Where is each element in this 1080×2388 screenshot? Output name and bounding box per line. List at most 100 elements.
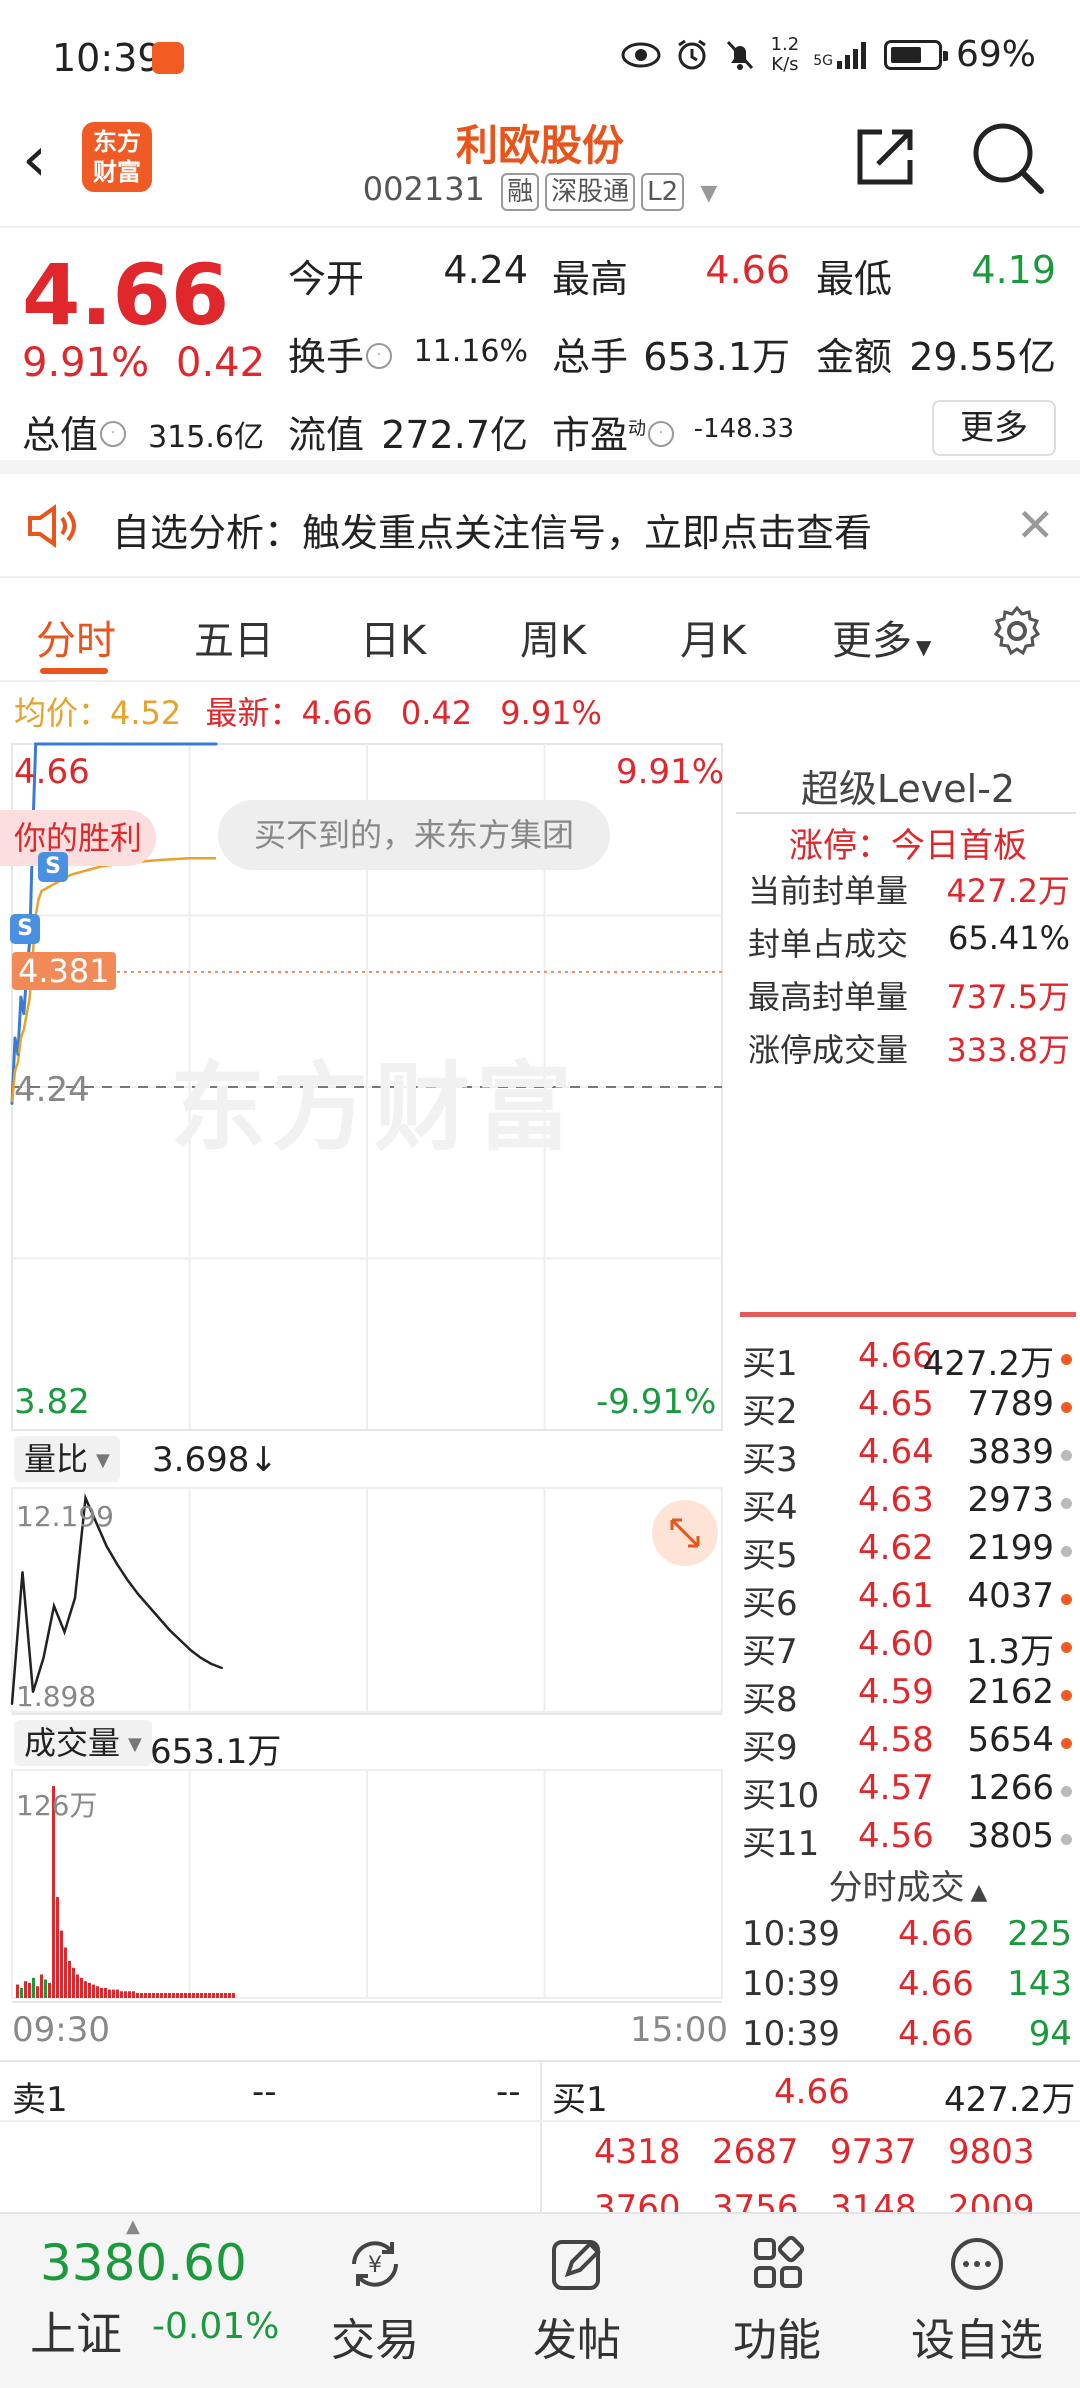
price-point bbox=[19, 995, 23, 999]
bid-dot bbox=[1061, 1450, 1072, 1461]
volume-bar bbox=[128, 1991, 131, 1998]
info-icon[interactable]: · bbox=[100, 420, 127, 447]
turnover-value: 11.16% bbox=[413, 334, 528, 369]
bid-row[interactable]: 买8 4.59 2162 bbox=[742, 1672, 1072, 1720]
tab-weekly-k[interactable]: 周K bbox=[520, 608, 586, 666]
bid-row[interactable]: 买9 4.58 5654 bbox=[742, 1720, 1072, 1768]
index-value[interactable]: 3380.60 bbox=[40, 2234, 247, 2292]
bid-dot bbox=[1061, 1498, 1072, 1509]
volume-bar bbox=[164, 1992, 167, 1998]
indicator-select-ratio[interactable]: 量比 ▼ bbox=[14, 1436, 120, 1482]
volume-bar bbox=[220, 1992, 223, 1998]
volume-bar bbox=[116, 1989, 119, 1998]
bid-row[interactable]: 买10 4.57 1266 bbox=[742, 1768, 1072, 1816]
volume-bar bbox=[212, 1992, 215, 1998]
victory-badge[interactable]: 你的胜利 bbox=[0, 810, 157, 866]
ratio-point bbox=[158, 1616, 160, 1619]
change-percent: 9.91% bbox=[22, 340, 150, 386]
nav-add-watchlist[interactable]: 设自选 bbox=[902, 2234, 1052, 2368]
volume-bar bbox=[156, 1992, 159, 1998]
ad-badge[interactable]: 买不到的，来东方集团 bbox=[218, 800, 611, 870]
tick-price: 4.66 bbox=[898, 1964, 974, 2004]
volume-bar bbox=[60, 1930, 63, 1998]
sell-signal-marker[interactable]: S bbox=[10, 914, 40, 944]
info-icon[interactable]: · bbox=[366, 342, 393, 369]
crosshair-price-tag: 4.381 bbox=[12, 952, 116, 990]
more-button[interactable]: 更多 bbox=[932, 400, 1056, 456]
tick-trades-title[interactable]: 分时成交 ▲ bbox=[740, 1860, 1076, 1909]
amount-label: 金额 bbox=[816, 335, 893, 379]
index-name[interactable]: 上证 bbox=[30, 2298, 122, 2364]
time-start-label: 09:30 bbox=[12, 2010, 110, 2050]
notification-app-icon bbox=[152, 42, 184, 74]
expand-icon[interactable] bbox=[652, 1500, 718, 1566]
tab-more[interactable]: 更多 ▼ bbox=[832, 608, 931, 666]
bid-row[interactable]: 买5 4.62 2199 bbox=[742, 1528, 1072, 1576]
share-icon[interactable] bbox=[852, 124, 918, 190]
volume-bar bbox=[112, 1989, 115, 1998]
queue-order: 2687 bbox=[712, 2132, 799, 2172]
close-icon[interactable]: ✕ bbox=[1016, 498, 1055, 552]
price-point bbox=[188, 742, 191, 746]
bid-level: 买4 bbox=[742, 1488, 798, 1528]
gear-icon[interactable] bbox=[990, 604, 1044, 658]
volume-bar bbox=[160, 1992, 163, 1998]
sell1-label: 卖1 bbox=[12, 2080, 68, 2120]
bid-row[interactable]: 买3 4.64 3839 bbox=[742, 1432, 1072, 1480]
bid-row[interactable]: 买7 4.60 1.3万 bbox=[742, 1624, 1072, 1672]
alert-banner[interactable]: 自选分析：触发重点关注信号，立即点击查看 ✕ bbox=[0, 474, 1080, 578]
volume-bar bbox=[152, 1992, 155, 1998]
bid-row[interactable]: 买11 4.56 3805 bbox=[742, 1816, 1072, 1864]
tab-intraday[interactable]: 分时 bbox=[36, 608, 116, 666]
bid-row[interactable]: 买1 4.66 427.2万 bbox=[742, 1336, 1072, 1384]
avg-label: 均价： bbox=[14, 694, 111, 732]
buy1-label: 买1 bbox=[552, 2080, 608, 2120]
nav-functions[interactable]: 功能 bbox=[702, 2234, 852, 2368]
bid-qty: 2973 bbox=[967, 1480, 1054, 1520]
volume-bar bbox=[80, 1977, 83, 1998]
tab-monthly-k[interactable]: 月K bbox=[680, 608, 746, 666]
sell-signal-marker[interactable]: S bbox=[38, 852, 68, 882]
bid-qty: 4037 bbox=[967, 1576, 1054, 1616]
nav-post[interactable]: 发帖 bbox=[502, 2234, 652, 2368]
bid-row[interactable]: 买6 4.61 4037 bbox=[742, 1576, 1072, 1624]
sell1-price: -- bbox=[252, 2072, 277, 2112]
bid-price: 4.56 bbox=[858, 1816, 934, 1856]
info-icon[interactable]: · bbox=[648, 420, 675, 447]
bid-price: 4.65 bbox=[858, 1384, 934, 1424]
bid-level: 买1 bbox=[742, 1344, 798, 1384]
bid-level: 买7 bbox=[742, 1632, 798, 1672]
stock-code-row[interactable]: 002131 融深股通 L2 ▼ bbox=[0, 170, 1080, 211]
volume-bar bbox=[104, 1987, 107, 1998]
turnover-label: 换手 · bbox=[288, 326, 393, 381]
bid-dot bbox=[1061, 1690, 1072, 1701]
bid-price: 4.63 bbox=[858, 1480, 934, 1520]
volume-bar bbox=[36, 1986, 39, 1998]
volume-bar bbox=[68, 1960, 71, 1998]
indicator-select-volume[interactable]: 成交量 ▼ bbox=[14, 1720, 152, 1766]
bid-dot bbox=[1061, 1738, 1072, 1749]
amount-value: 29.55亿 bbox=[909, 335, 1056, 379]
volume-max-label: 126万 bbox=[16, 1789, 98, 1822]
net-speed-value: 1.2 bbox=[770, 33, 800, 55]
search-icon[interactable] bbox=[970, 120, 1046, 196]
tab-daily-k[interactable]: 日K bbox=[360, 608, 426, 666]
tick-volume: 225 bbox=[1007, 1914, 1072, 1954]
nav-trade[interactable]: ¥ 交易 bbox=[300, 2234, 450, 2368]
volume-bar bbox=[216, 1992, 219, 1998]
tab-five-day[interactable]: 五日 bbox=[194, 608, 274, 666]
battery-icon bbox=[883, 39, 948, 70]
volume-bar bbox=[120, 1991, 123, 1998]
bid-row[interactable]: 买4 4.63 2973 bbox=[742, 1480, 1072, 1528]
bid-row[interactable]: 买2 4.65 7789 bbox=[742, 1384, 1072, 1432]
ratio-max-label: 12.199 bbox=[16, 1500, 114, 1533]
volume-bar bbox=[224, 1992, 227, 1998]
level2-stat-value: 65.41% bbox=[947, 919, 1070, 957]
bid-price: 4.62 bbox=[858, 1528, 934, 1568]
chart-pct-top: 9.91% bbox=[616, 752, 725, 792]
level2-title[interactable]: 超级Level-2 bbox=[740, 758, 1076, 813]
tick-time: 10:39 bbox=[742, 2014, 840, 2054]
volume-bar bbox=[32, 1977, 35, 1998]
volume-bar bbox=[204, 1992, 207, 1998]
pe-superscript: 动 bbox=[628, 418, 647, 440]
